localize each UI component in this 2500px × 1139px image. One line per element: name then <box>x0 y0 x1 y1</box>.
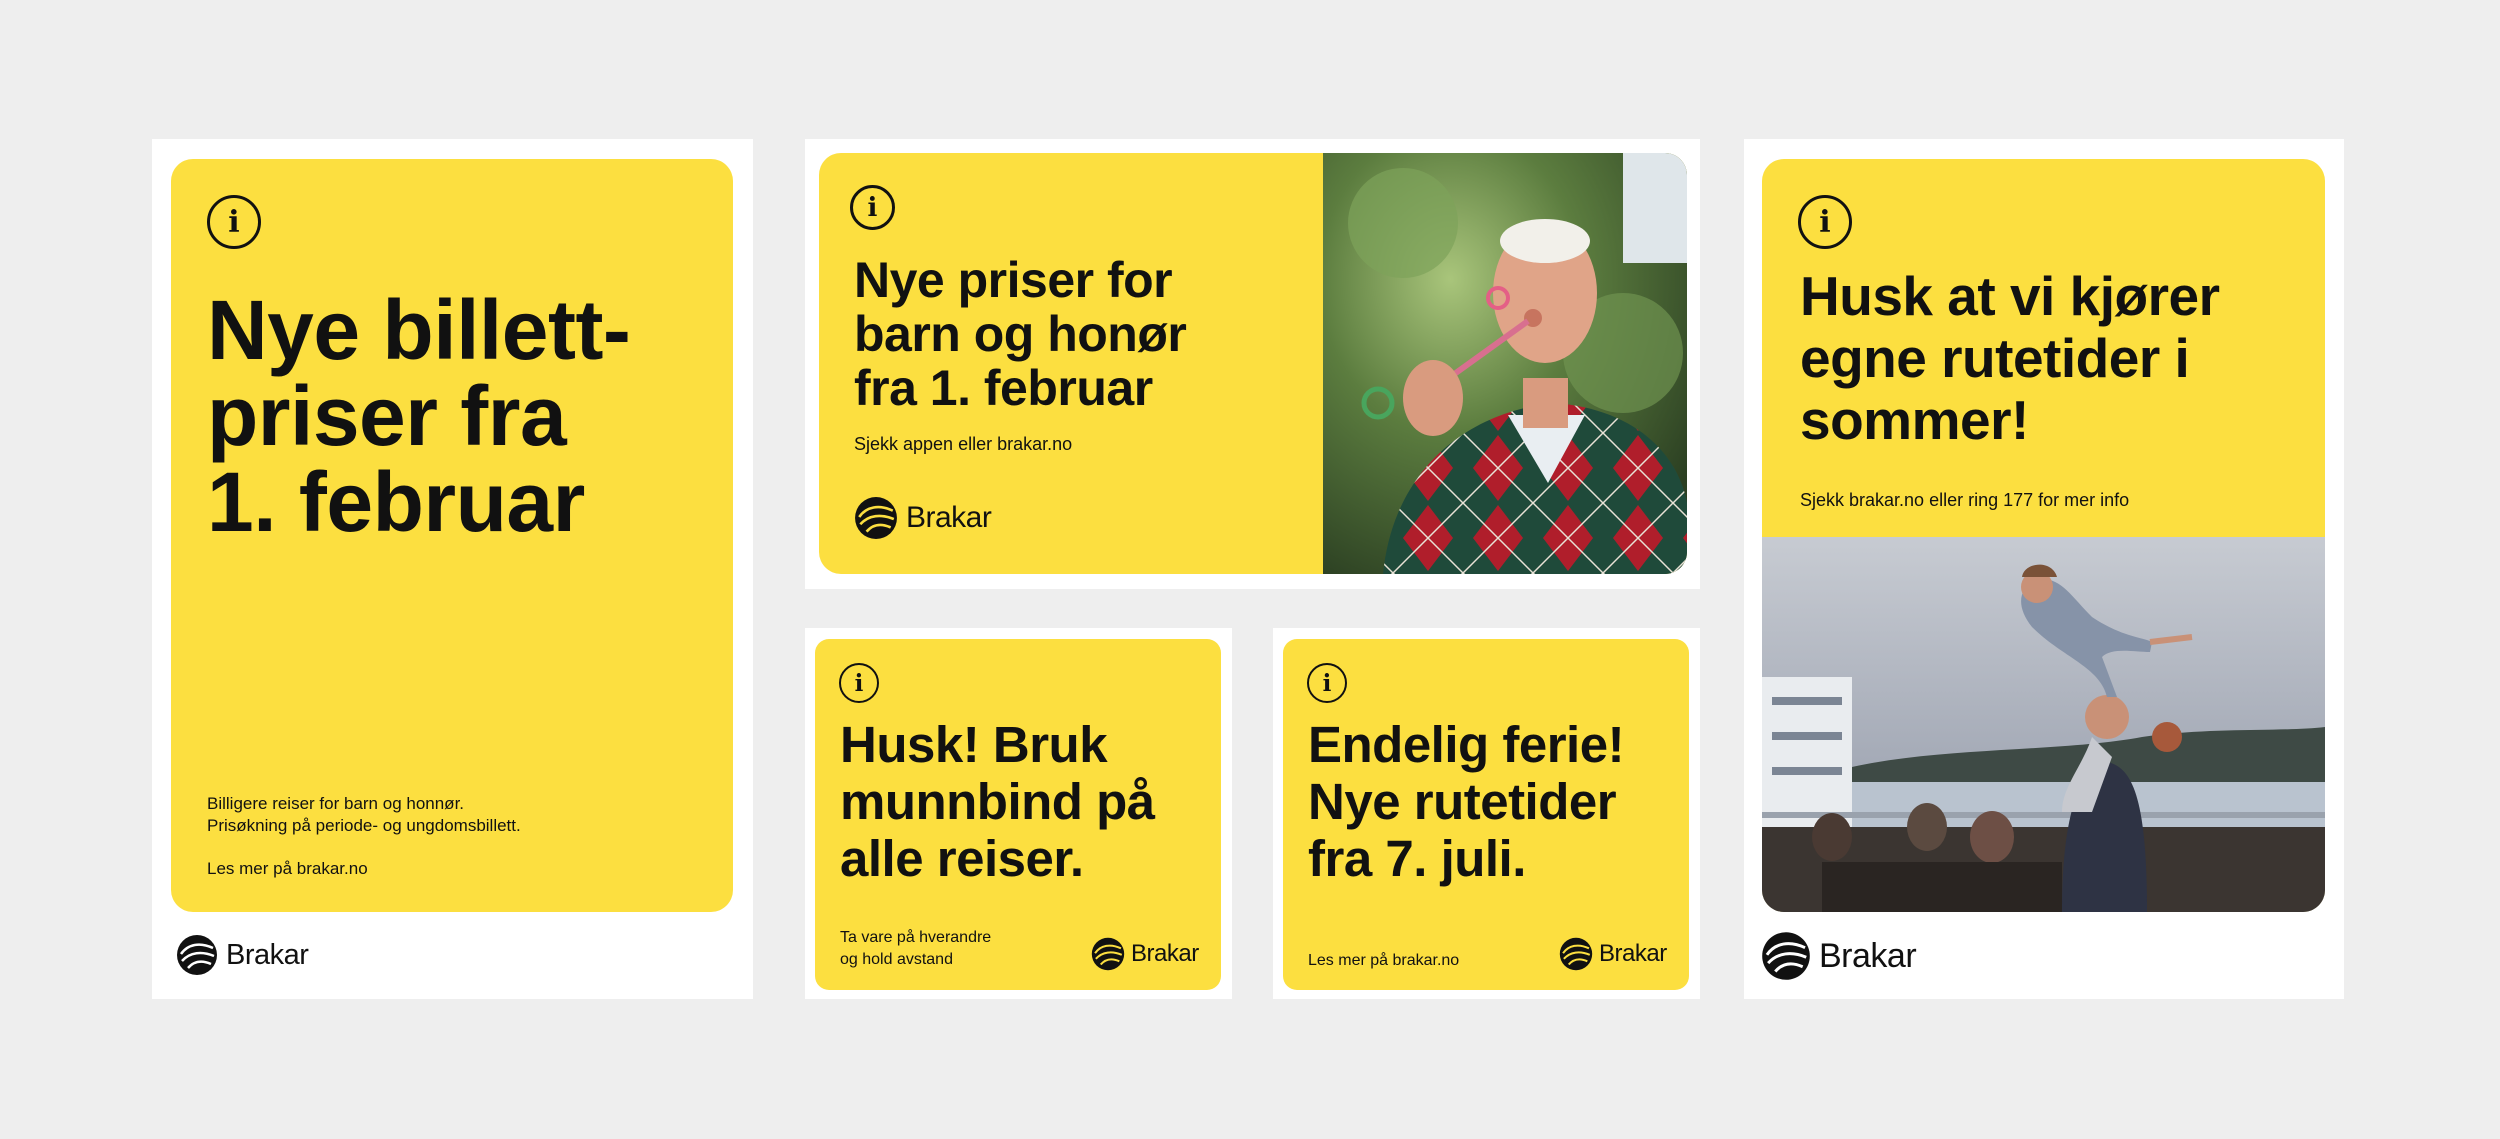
photo-illustration <box>1323 153 1687 574</box>
ad-body-text: Sjekk brakar.no eller ring 177 for mer i… <box>1800 490 2130 510</box>
ad-body-text: Ta vare på hverandre og hold avstand <box>840 929 992 968</box>
brand-wordmark: Brakar <box>1599 940 1667 967</box>
ad-frame-tall-right: i Husk at vi kjører egne rutetider i som… <box>1744 139 2344 999</box>
info-icon: i <box>839 663 879 703</box>
ad-headline: Husk! Bruk munnbind på alle reiser. <box>840 716 1155 887</box>
ad-body-text: Les mer på brakar.no <box>1308 952 1460 969</box>
brand-logo: Brakar <box>1761 931 1917 981</box>
photo-illustration <box>1762 537 2325 912</box>
ad-card-square-left: i Husk! Bruk munnbind på alle reiser. Ta… <box>815 639 1221 990</box>
brand-logo: Brakar <box>176 934 309 976</box>
ad-frame-square-left: i Husk! Bruk munnbind på alle reiser. Ta… <box>805 628 1232 999</box>
elderly-man-blowing-bubbles-photo <box>1323 153 1687 574</box>
brand-wordmark: Brakar <box>1131 940 1199 967</box>
ad-headline: Nye billett- priser fra 1. februar <box>207 283 631 549</box>
ad-body-text: Sjekk appen eller brakar.no <box>854 434 1073 454</box>
ad-link-text: Les mer på brakar.no <box>207 859 368 878</box>
info-icon: i <box>1307 663 1347 703</box>
brand-wordmark: Brakar <box>226 938 309 971</box>
ad-headline: Husk at vi kjører egne rutetider i somme… <box>1800 265 2220 451</box>
ad-headline: Endelig ferie! Nye rutetider fra 7. juli… <box>1308 716 1625 887</box>
ad-card-square-right: i Endelig ferie! Nye rutetider fra 7. ju… <box>1283 639 1689 990</box>
brakar-logo-icon <box>855 497 897 539</box>
info-icon: i <box>850 185 895 230</box>
brakar-logo-icon <box>177 935 217 975</box>
ad-card-tall-right: i Husk at vi kjører egne rutetider i som… <box>1762 159 2325 912</box>
brand-logo: Brakar <box>854 496 992 540</box>
ad-frame-square-right: i Endelig ferie! Nye rutetider fra 7. ju… <box>1273 628 1700 999</box>
ad-headline: Nye priser for barn og honør fra 1. febr… <box>854 252 1187 416</box>
brakar-logo-icon <box>1091 937 1125 971</box>
brand-wordmark: Brakar <box>906 501 992 534</box>
family-on-terrace-photo <box>1762 537 2325 912</box>
brand-wordmark: Brakar <box>1819 936 1917 975</box>
info-icon: i <box>1798 195 1852 249</box>
ad-card-tall-left: i Nye billett- priser fra 1. februar Bil… <box>171 159 733 912</box>
ad-frame-tall-left: i Nye billett- priser fra 1. februar Bil… <box>152 139 753 999</box>
brakar-logo-icon <box>1559 937 1593 971</box>
info-icon: i <box>207 195 261 249</box>
brand-logo: Brakar <box>1091 937 1199 971</box>
ad-body-text: Billigere reiser for barn og honnør. Pri… <box>207 794 521 835</box>
brakar-logo-icon <box>1762 932 1810 980</box>
ad-card-wide-top: i Nye priser for barn og honør fra 1. fe… <box>819 153 1687 574</box>
ad-frame-wide-top: i Nye priser for barn og honør fra 1. fe… <box>805 139 1700 589</box>
brand-logo: Brakar <box>1559 937 1667 971</box>
